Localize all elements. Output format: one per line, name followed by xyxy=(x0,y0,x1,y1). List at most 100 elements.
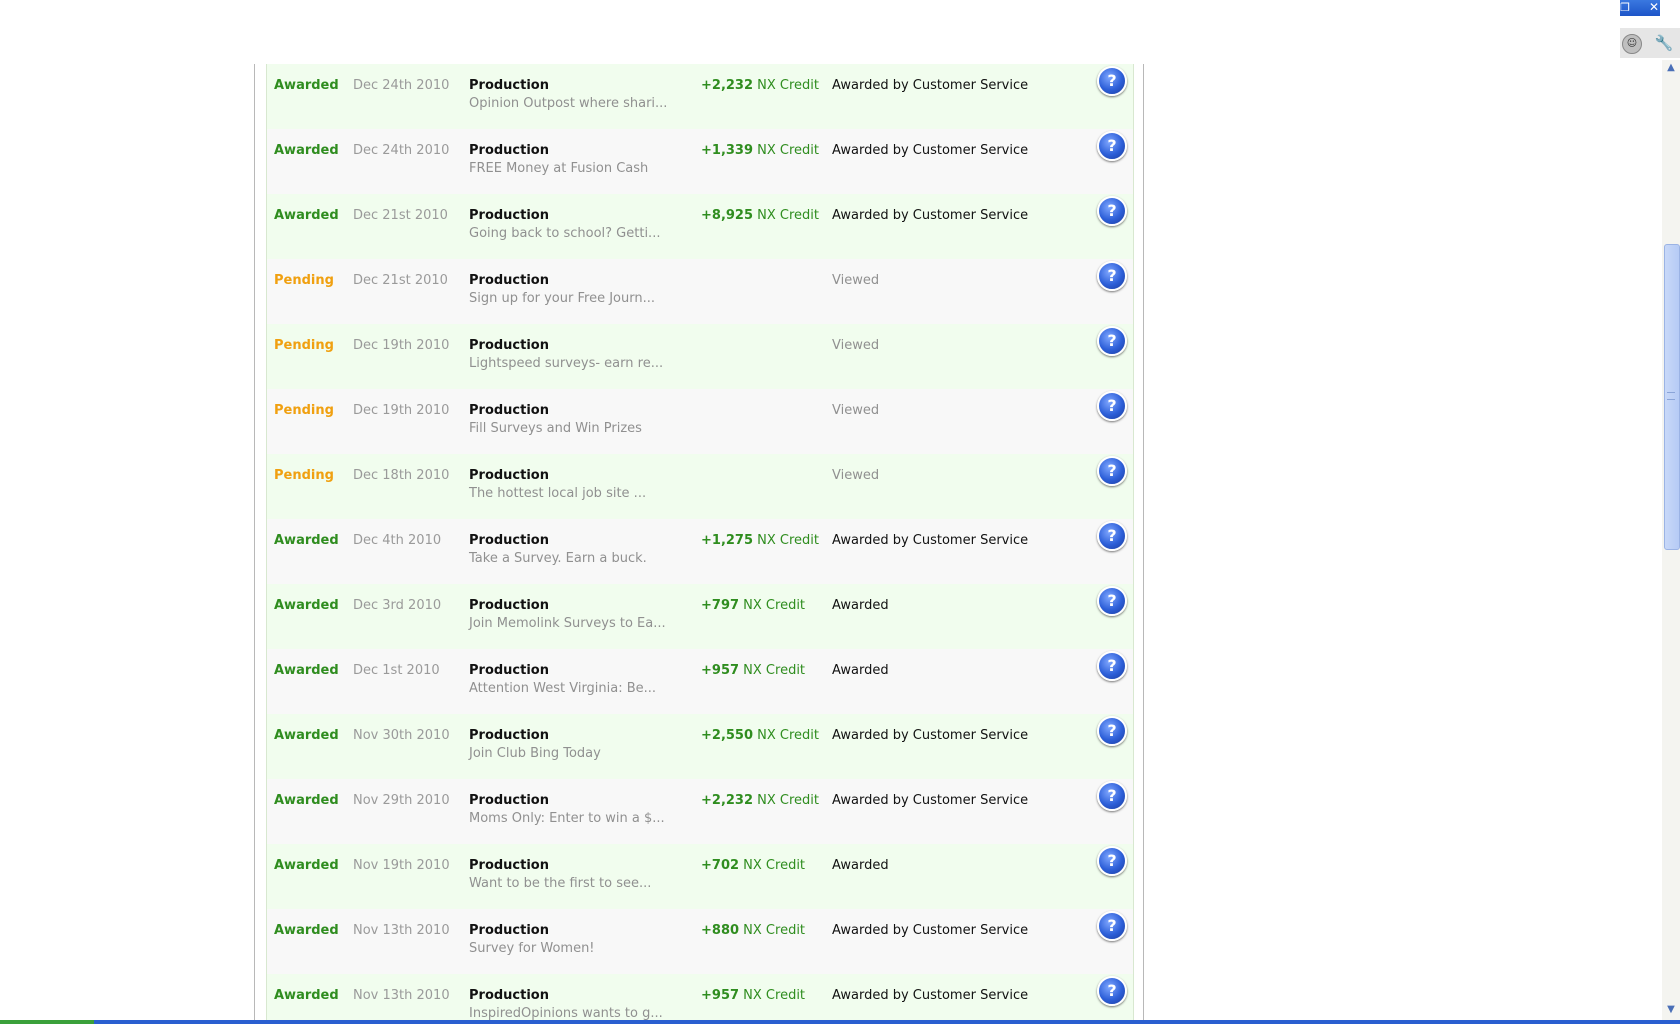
credit-value: +8,925 xyxy=(701,208,754,223)
table-row: Awarded Nov 30th 2010 Production Join Club … xyxy=(267,714,1133,779)
status-note: Awarded by Customer Service xyxy=(832,793,1029,808)
credit-value: +957 xyxy=(701,988,740,1003)
table-row: Awarded Dec 4th 2010 Production Take a Surv… xyxy=(267,519,1133,584)
status-label: Awarded xyxy=(274,988,339,1003)
offer-category: Production xyxy=(469,988,549,1003)
offer-description[interactable]: Join Club Bing Today xyxy=(469,746,601,761)
status-label: Awarded xyxy=(274,923,339,938)
transaction-date: Dec 18th 2010 xyxy=(353,468,450,483)
offer-description[interactable]: FREE Money at Fusion Cash xyxy=(469,161,648,176)
credit-value: +1,339 xyxy=(701,143,754,158)
transaction-date: Nov 19th 2010 xyxy=(353,858,450,873)
help-question-icon[interactable]: ? xyxy=(1097,261,1127,291)
status-label: Pending xyxy=(274,403,334,418)
credit-amount: +880 NX Credit xyxy=(701,923,805,938)
offer-category: Production xyxy=(469,728,549,743)
credit-amount: +8,925 NX Credit xyxy=(701,208,819,223)
credit-value: +880 xyxy=(701,923,740,938)
offer-description[interactable]: Take a Survey. Earn a buck. xyxy=(469,551,647,566)
offer-category: Production xyxy=(469,403,549,418)
transactions-panel: Awarded Dec 24th 2010 Production Opinion Ou… xyxy=(254,64,1144,1024)
help-question-icon[interactable]: ? xyxy=(1097,66,1127,96)
smiley-icon[interactable]: ☺ xyxy=(1622,34,1642,54)
status-note: Awarded by Customer Service xyxy=(832,923,1029,938)
transaction-date: Dec 21st 2010 xyxy=(353,208,448,223)
offer-description[interactable]: Lightspeed surveys- earn re... xyxy=(469,356,663,371)
offer-description[interactable]: Opinion Outpost where shari... xyxy=(469,96,667,111)
table-row: Awarded Dec 3rd 2010 Production Join Memoli… xyxy=(267,584,1133,649)
status-note: Awarded xyxy=(832,598,889,613)
offer-category: Production xyxy=(469,273,549,288)
offer-category: Production xyxy=(469,468,549,483)
status-label: Awarded xyxy=(274,78,339,93)
help-question-icon[interactable]: ? xyxy=(1097,326,1127,356)
table-row: Pending Dec 18th 2010 Production The hottes… xyxy=(267,454,1133,519)
credit-currency: NX Credit xyxy=(743,598,806,613)
help-question-icon[interactable]: ? xyxy=(1097,586,1127,616)
table-row: Awarded Nov 19th 2010 Production Want to be… xyxy=(267,844,1133,909)
close-window-icon[interactable]: ✕ xyxy=(1646,0,1662,16)
offer-description[interactable]: The hottest local job site ... xyxy=(469,486,646,501)
status-note: Awarded by Customer Service xyxy=(832,78,1029,93)
status-note: Awarded by Customer Service xyxy=(832,143,1029,158)
credit-amount: +702 NX Credit xyxy=(701,858,805,873)
transaction-date: Dec 24th 2010 xyxy=(353,78,450,93)
help-question-icon[interactable]: ? xyxy=(1097,651,1127,681)
offer-description[interactable]: Fill Surveys and Win Prizes xyxy=(469,421,642,436)
wrench-icon[interactable]: 🔧 xyxy=(1654,33,1674,53)
help-question-icon[interactable]: ? xyxy=(1097,391,1127,421)
offer-category: Production xyxy=(469,338,549,353)
help-question-icon[interactable]: ? xyxy=(1097,456,1127,486)
offer-description[interactable]: Sign up for your Free Journ... xyxy=(469,291,655,306)
status-note: Awarded by Customer Service xyxy=(832,533,1029,548)
scroll-down-arrow-icon[interactable]: ▼ xyxy=(1662,1002,1680,1018)
status-label: Awarded xyxy=(274,663,339,678)
status-label: Awarded xyxy=(274,143,339,158)
credit-currency: NX Credit xyxy=(743,988,806,1003)
offer-description[interactable]: Attention West Virginia: Be... xyxy=(469,681,656,696)
table-row: Awarded Dec 24th 2010 Production FREE Money… xyxy=(267,129,1133,194)
offer-description[interactable]: InspiredOpinions wants to g... xyxy=(469,1006,663,1021)
offer-category: Production xyxy=(469,923,549,938)
help-question-icon[interactable]: ? xyxy=(1097,846,1127,876)
scroll-up-arrow-icon[interactable]: ▲ xyxy=(1662,60,1680,76)
credit-currency: NX Credit xyxy=(757,208,820,223)
help-question-icon[interactable]: ? xyxy=(1097,976,1127,1006)
offer-description[interactable]: Join Memolink Surveys to Ea... xyxy=(469,616,666,631)
offer-description[interactable]: Survey for Women! xyxy=(469,941,595,956)
offer-category: Production xyxy=(469,208,549,223)
credit-amount: +957 NX Credit xyxy=(701,988,805,1003)
credit-currency: NX Credit xyxy=(743,858,806,873)
offer-description[interactable]: Want to be the first to see... xyxy=(469,876,651,891)
status-note: Awarded by Customer Service xyxy=(832,988,1029,1003)
status-label: Pending xyxy=(274,468,334,483)
table-row: Awarded Dec 1st 2010 Production Attention W… xyxy=(267,649,1133,714)
status-note: Awarded xyxy=(832,858,889,873)
transaction-date: Dec 24th 2010 xyxy=(353,143,450,158)
table-row: Awarded Nov 13th 2010 Production InspiredOp… xyxy=(267,974,1133,1024)
help-question-icon[interactable]: ? xyxy=(1097,196,1127,226)
browser-viewport: Awarded Dec 24th 2010 Production Opinion Ou… xyxy=(0,0,1680,1024)
transaction-date: Dec 4th 2010 xyxy=(353,533,442,548)
offer-category: Production xyxy=(469,78,549,93)
transactions-table: Awarded Dec 24th 2010 Production Opinion Ou… xyxy=(266,64,1134,1024)
help-question-icon[interactable]: ? xyxy=(1097,781,1127,811)
restore-window-icon[interactable]: ❐ xyxy=(1620,0,1630,16)
start-button[interactable] xyxy=(0,1020,94,1024)
credit-amount: +2,232 NX Credit xyxy=(701,78,819,93)
credit-amount: +2,550 NX Credit xyxy=(701,728,819,743)
table-row: Pending Dec 21st 2010 Production Sign up fo… xyxy=(267,259,1133,324)
offer-description[interactable]: Going back to school? Getti... xyxy=(469,226,660,241)
help-question-icon[interactable]: ? xyxy=(1097,131,1127,161)
credit-currency: NX Credit xyxy=(757,143,820,158)
table-row: Pending Dec 19th 2010 Production Lightspeed… xyxy=(267,324,1133,389)
help-question-icon[interactable]: ? xyxy=(1097,716,1127,746)
transaction-date: Dec 19th 2010 xyxy=(353,403,450,418)
offer-category: Production xyxy=(469,143,549,158)
help-question-icon[interactable]: ? xyxy=(1097,911,1127,941)
table-row: Awarded Dec 24th 2010 Production Opinion Ou… xyxy=(267,64,1133,129)
credit-amount: +1,275 NX Credit xyxy=(701,533,819,548)
offer-description[interactable]: Moms Only: Enter to win a $... xyxy=(469,811,665,826)
help-question-icon[interactable]: ? xyxy=(1097,521,1127,551)
credit-value: +702 xyxy=(701,858,740,873)
